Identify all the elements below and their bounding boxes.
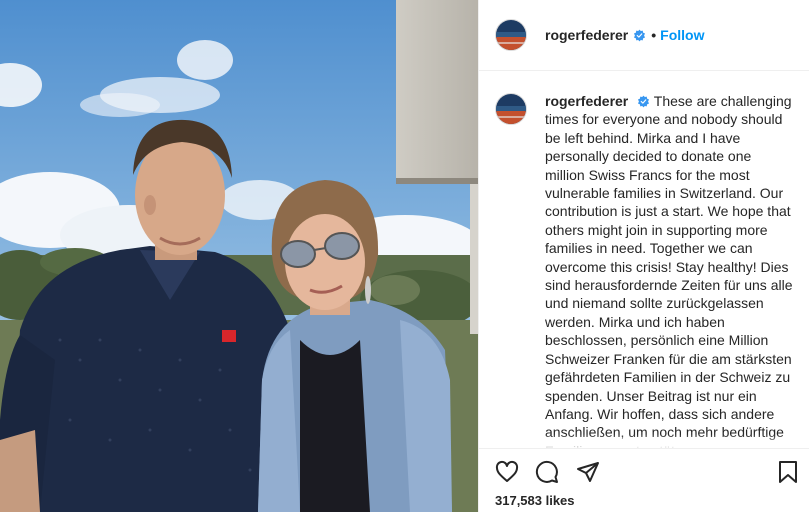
- caption-fade: [479, 434, 809, 448]
- likes-count[interactable]: 317,583 likes: [495, 493, 575, 508]
- caption-comment: rogerfederer These are challenging times…: [495, 92, 794, 448]
- caption-body: These are challenging times for everyone…: [545, 93, 793, 448]
- follow-button[interactable]: Follow: [660, 27, 704, 43]
- save-button[interactable]: [776, 460, 802, 486]
- post-photo[interactable]: [0, 0, 478, 512]
- verified-badge-icon: [638, 95, 650, 108]
- like-button[interactable]: [495, 460, 521, 486]
- comment-icon: [535, 460, 558, 483]
- share-button[interactable]: [576, 460, 602, 486]
- separator-dot: •: [651, 27, 657, 43]
- caption-username-link[interactable]: rogerfederer: [545, 93, 628, 109]
- verified-badge-icon: [634, 29, 646, 41]
- caption-area: rogerfederer These are challenging times…: [479, 72, 809, 448]
- share-icon: [577, 462, 599, 482]
- bookmark-icon: [779, 461, 797, 483]
- comment-button[interactable]: [535, 460, 561, 486]
- avatar[interactable]: [495, 19, 527, 51]
- username-link[interactable]: roger­federer: [545, 27, 628, 43]
- post-header: roger­federer • Follow: [479, 0, 809, 71]
- actions-bar: 317,583 likes: [479, 448, 809, 512]
- avatar[interactable]: [495, 93, 527, 125]
- caption-text-block: rogerfederer These are challenging times…: [545, 92, 794, 448]
- heart-icon: [495, 460, 519, 482]
- post-sidebar: roger­federer • Follow rogerfederer: [478, 0, 809, 512]
